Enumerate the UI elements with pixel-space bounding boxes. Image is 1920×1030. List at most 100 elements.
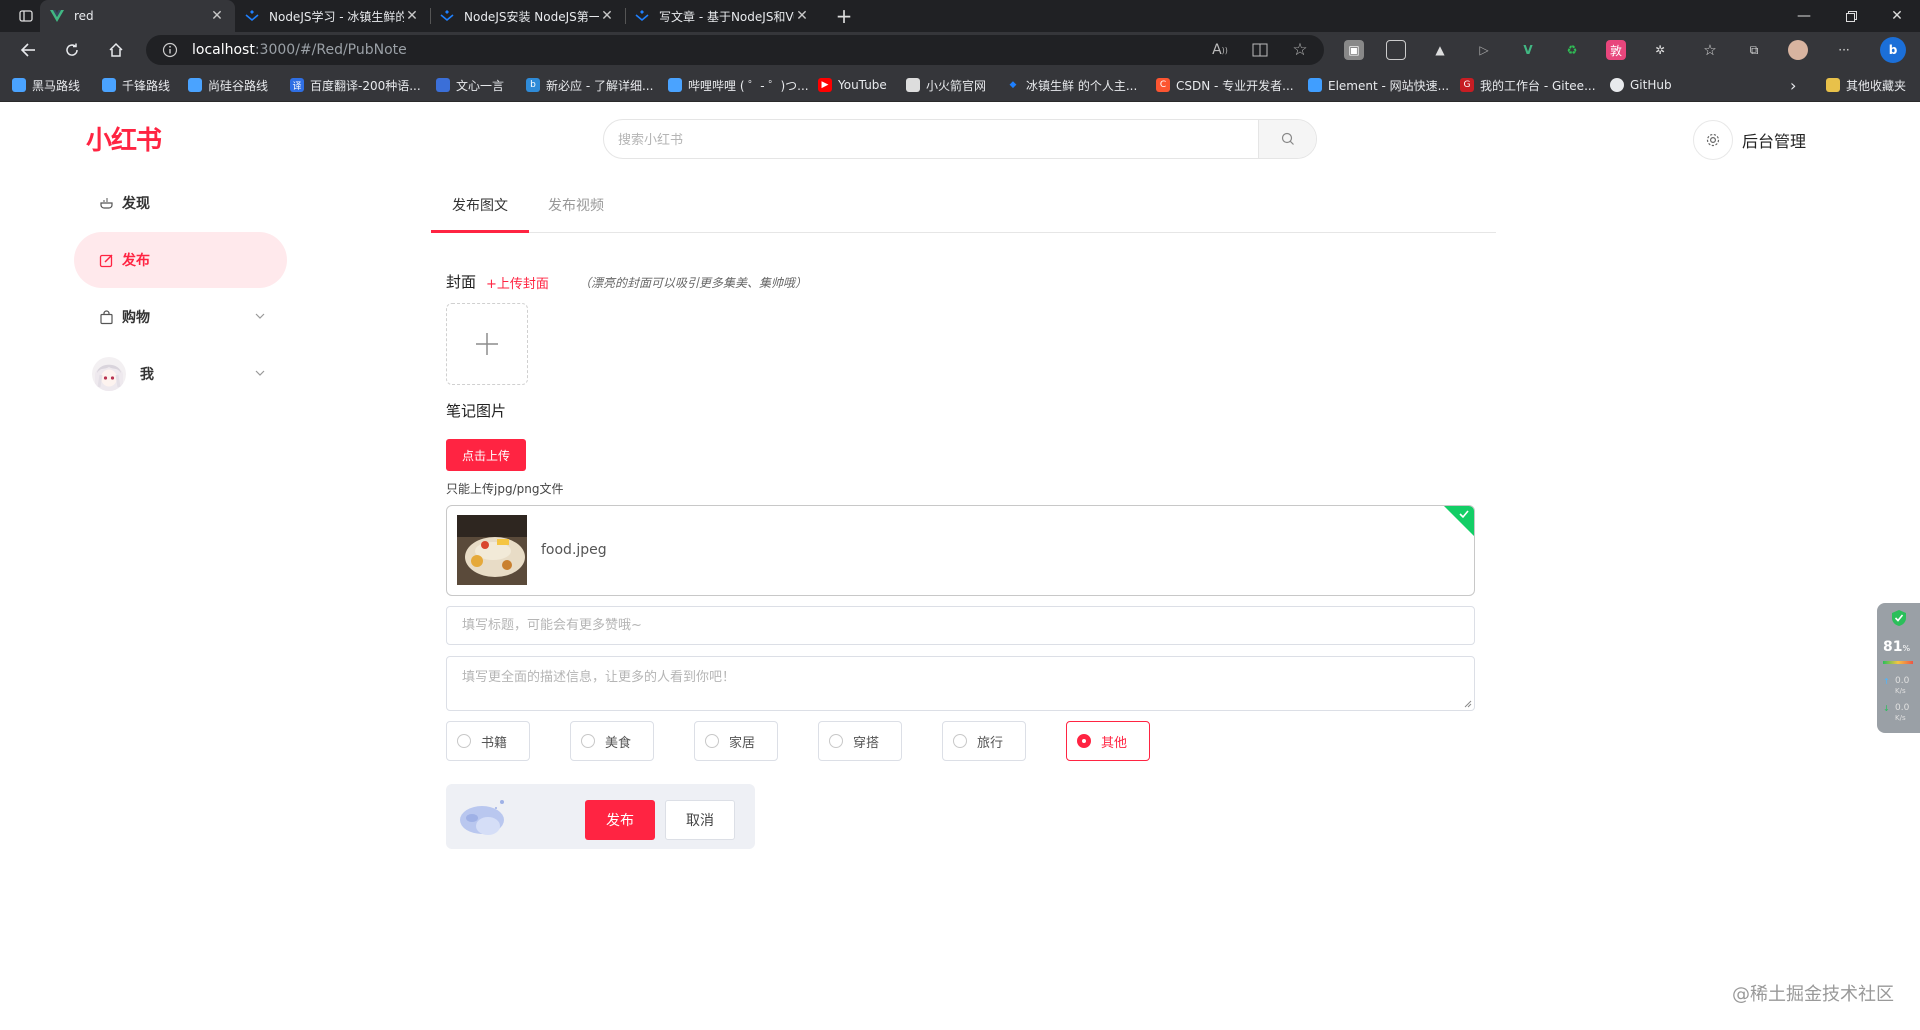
search-input[interactable] bbox=[618, 129, 1218, 151]
radio-dot bbox=[457, 734, 471, 748]
bookmark-item[interactable]: 哔哩哔哩 ( ゜- ゜)つ... bbox=[668, 76, 809, 94]
title-input[interactable] bbox=[447, 607, 1474, 644]
browser-tab-nodejs[interactable]: NodeJS学习 - 冰镇生鲜的专栏 - ✕ bbox=[235, 0, 430, 32]
category-radio-food[interactable]: 美食 bbox=[570, 721, 654, 761]
category-radio-books[interactable]: 书籍 bbox=[446, 721, 530, 761]
sidebar-item-discover[interactable]: 发现 bbox=[74, 175, 287, 231]
bookmark-icon bbox=[188, 78, 202, 92]
resize-handle-icon[interactable] bbox=[1464, 700, 1472, 708]
admin-label[interactable]: 后台管理 bbox=[1742, 128, 1806, 152]
sidebar-item-publish[interactable]: 发布 bbox=[74, 232, 287, 288]
plus-icon bbox=[476, 333, 498, 355]
collections-icon[interactable]: ⧉ bbox=[1744, 40, 1764, 60]
info-icon[interactable] bbox=[160, 40, 180, 60]
cover-upload-box[interactable] bbox=[446, 303, 528, 385]
juejin-icon: ◆ bbox=[1009, 80, 1017, 90]
bookmark-item[interactable]: 译百度翻译-200种语... bbox=[290, 76, 421, 94]
browser-tab-red[interactable]: red ✕ bbox=[40, 0, 235, 32]
bookmark-item[interactable]: ▶ YouTube bbox=[818, 76, 887, 94]
publish-button[interactable]: 发布 bbox=[585, 800, 655, 840]
juejin-icon bbox=[245, 9, 259, 23]
browser-tab-write-article[interactable]: 写文章 - 基于NodeJS和Vue2实现 ✕ bbox=[625, 0, 820, 32]
file-thumbnail bbox=[457, 515, 527, 585]
uploaded-file-item[interactable]: food.jpeg bbox=[446, 505, 1475, 596]
extension-icon[interactable]: ▣ bbox=[1344, 40, 1364, 60]
profile-avatar[interactable] bbox=[1788, 40, 1808, 60]
restore-icon[interactable] bbox=[1829, 0, 1873, 32]
minimize-icon[interactable]: — bbox=[1782, 0, 1826, 32]
cancel-button[interactable]: 取消 bbox=[665, 800, 735, 840]
other-bookmarks[interactable]: 其他收藏夹 bbox=[1826, 76, 1906, 94]
category-radio-travel[interactable]: 旅行 bbox=[942, 721, 1026, 761]
vue-devtools-icon[interactable]: V bbox=[1518, 40, 1538, 60]
browser-tab-nodejs-install[interactable]: NodeJS安装 NodeJS第一行代码 ✕ bbox=[430, 0, 625, 32]
radio-dot bbox=[581, 734, 595, 748]
upload-speed-unit: K/s bbox=[1895, 687, 1906, 695]
bookmark-item[interactable]: b 新必应 - 了解详细... bbox=[526, 76, 653, 94]
bing-chat-icon[interactable]: b bbox=[1880, 37, 1906, 63]
description-field-wrap bbox=[446, 656, 1475, 711]
bookmark-item[interactable]: GitHub bbox=[1610, 76, 1672, 94]
immersive-reader-icon[interactable] bbox=[1250, 40, 1270, 60]
extension-icon[interactable]: ▲ bbox=[1430, 40, 1450, 60]
admin-button[interactable] bbox=[1693, 120, 1733, 160]
favorites-icon[interactable]: ☆ bbox=[1700, 40, 1720, 60]
sidebar-item-shopping[interactable]: 购物 bbox=[74, 289, 287, 345]
bookmark-item[interactable]: Element - 网站快速... bbox=[1308, 76, 1449, 94]
back-icon[interactable] bbox=[14, 36, 42, 64]
search-button[interactable] bbox=[1258, 120, 1316, 158]
network-monitor-widget[interactable]: 81% 0.0 K/s 0.0 K/s ↑ ↓ bbox=[1877, 603, 1920, 733]
upload-cover-link[interactable]: +上传封面 bbox=[486, 273, 549, 292]
bookmark-icon bbox=[102, 78, 116, 92]
extensions-puzzle-icon[interactable]: ✲ bbox=[1650, 40, 1670, 60]
close-icon[interactable]: ✕ bbox=[209, 8, 225, 24]
bookmark-item[interactable]: G 我的工作台 - Gitee... bbox=[1460, 76, 1596, 94]
extension-icon[interactable]: 敦 bbox=[1606, 40, 1626, 60]
sidebar-item-me[interactable]: 我 bbox=[74, 346, 287, 402]
extension-icon[interactable] bbox=[1386, 40, 1406, 60]
new-tab-icon[interactable]: + bbox=[822, 0, 866, 32]
description-textarea[interactable] bbox=[447, 657, 1474, 710]
home-icon[interactable] bbox=[102, 36, 130, 64]
title-field-wrap bbox=[446, 606, 1475, 645]
category-radio-home[interactable]: 家居 bbox=[694, 721, 778, 761]
bookmark-item[interactable]: 千锋路线 bbox=[102, 76, 170, 94]
extension-icon[interactable]: ▷ bbox=[1474, 40, 1494, 60]
category-radio-other[interactable]: 其他 bbox=[1066, 721, 1150, 761]
bookmark-item[interactable]: 文心一言 bbox=[436, 76, 504, 94]
bookmark-icon bbox=[436, 78, 450, 92]
bookmark-item[interactable]: 小火箭官网 bbox=[906, 76, 986, 94]
file-name: food.jpeg bbox=[541, 542, 607, 558]
close-icon[interactable]: ✕ bbox=[404, 8, 420, 24]
url-field[interactable]: localhost:3000/#/Red/PubNote A)) ☆ bbox=[146, 35, 1324, 65]
bookmark-icon bbox=[668, 78, 682, 92]
bookmark-item[interactable]: 尚硅谷路线 bbox=[188, 76, 268, 94]
bookmark-icon: 译 bbox=[290, 78, 304, 92]
download-speed-unit: K/s bbox=[1895, 714, 1906, 722]
arrow-up-icon: ↑ bbox=[1883, 677, 1890, 686]
bookmark-item[interactable]: C CSDN - 专业开发者... bbox=[1156, 76, 1294, 94]
read-aloud-icon[interactable]: A)) bbox=[1210, 40, 1230, 60]
bookmark-item[interactable]: ◆ 冰镇生鲜 的个人主... bbox=[1006, 76, 1138, 94]
tab-publish-video[interactable]: 发布视频 bbox=[548, 195, 604, 215]
bookmark-item[interactable]: 黑马路线 bbox=[12, 76, 80, 94]
upload-image-button[interactable]: 点击上传 bbox=[446, 439, 526, 471]
more-menu-icon[interactable]: ··· bbox=[1834, 40, 1854, 60]
edit-icon bbox=[98, 252, 114, 268]
url-text: localhost:3000/#/Red/PubNote bbox=[192, 42, 407, 58]
youtube-icon: ▶ bbox=[818, 78, 832, 92]
upload-tip: 只能上传jpg/png文件 bbox=[446, 482, 564, 496]
favorite-star-icon[interactable]: ☆ bbox=[1290, 40, 1310, 60]
tab-publish-image[interactable]: 发布图文 bbox=[452, 195, 508, 215]
category-radio-outfit[interactable]: 穿搭 bbox=[818, 721, 902, 761]
element-icon bbox=[1308, 78, 1322, 92]
refresh-icon[interactable] bbox=[58, 36, 86, 64]
close-icon[interactable]: ✕ bbox=[794, 8, 810, 24]
extension-icon[interactable]: ♻ bbox=[1562, 40, 1582, 60]
close-window-icon[interactable]: ✕ bbox=[1875, 0, 1919, 32]
address-bar-row: localhost:3000/#/Red/PubNote A)) ☆ ▣ ▲ ▷… bbox=[0, 32, 1920, 68]
app-logo[interactable]: 小红书 bbox=[86, 120, 162, 157]
bookmarks-bar: 黑马路线 千锋路线 尚硅谷路线 译百度翻译-200种语... 文心一言 b 新必应… bbox=[0, 68, 1920, 102]
close-icon[interactable]: ✕ bbox=[599, 8, 615, 24]
chevron-right-icon[interactable]: › bbox=[1790, 76, 1796, 95]
